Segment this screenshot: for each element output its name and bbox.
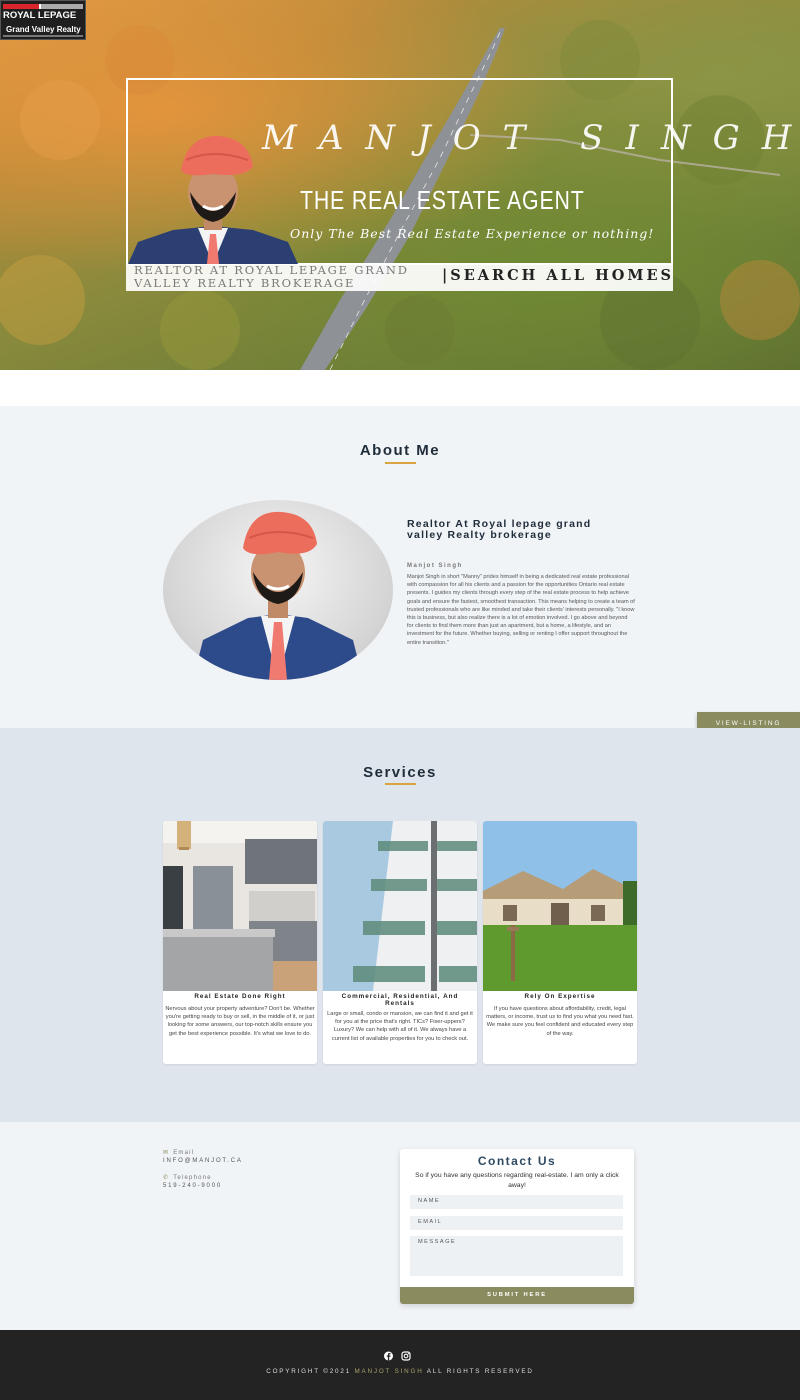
phone-value[interactable]: 519-240-9000 — [163, 1183, 222, 1189]
service-card-text: Large or small, condo or mansion, we can… — [327, 1011, 473, 1042]
facebook-icon[interactable] — [384, 1351, 393, 1361]
contact-form-title: Contact Us — [477, 1154, 557, 1168]
service-card-title: Real Estate Done Right — [194, 993, 286, 1000]
email-label-text: Email — [173, 1150, 195, 1156]
service-card-text: If you have questions about affordabilit… — [486, 1006, 634, 1037]
services-title: Services — [363, 764, 437, 781]
royal-lepage-logo[interactable]: ROYAL LEPAGE Grand Valley Realty — [0, 0, 86, 40]
service-card-title: Rely On Expertise — [524, 993, 596, 1000]
services-section: Services Real Estate Done Right Nervous … — [0, 728, 800, 1122]
hero-info-bar: REALTOR AT ROYAL LEPAGE GRAND VALLEY REA… — [126, 264, 673, 291]
about-heading: Realtor At Royal lepage grand valley Rea… — [407, 518, 592, 541]
logo-brand: ROYAL LEPAGE — [3, 10, 77, 21]
logo-office: Grand Valley Realty — [6, 25, 81, 34]
copyright-prefix: COPYRIGHT ©2021 — [266, 1368, 351, 1375]
services-title-underline — [385, 783, 416, 785]
phone-label: ✆ Telephone — [163, 1174, 212, 1181]
hero-agent-name: MANJOT SINGH — [262, 118, 800, 158]
copyright-name-link[interactable]: MANJOT SINGH — [355, 1368, 424, 1375]
name-field[interactable]: NAME — [410, 1195, 623, 1209]
envelope-icon: ✉ — [163, 1150, 170, 1156]
submit-button[interactable]: SUBMIT HERE — [400, 1287, 634, 1304]
about-title: About Me — [359, 442, 441, 459]
copyright-text: COPYRIGHT ©2021 MANJOT SINGH ALL RIGHTS … — [0, 1368, 800, 1375]
service-card-title: Commercial, Residential, And Rentals — [341, 993, 459, 1007]
hero-realtor-line: REALTOR AT ROYAL LEPAGE GRAND VALLEY REA… — [134, 263, 409, 290]
about-section: About Me Realtor At Royal lepage grand v… — [0, 406, 800, 728]
footer: COPYRIGHT ©2021 MANJOT SINGH ALL RIGHTS … — [0, 1330, 800, 1400]
phone-icon: ✆ — [163, 1175, 170, 1181]
search-all-homes-link[interactable]: |SEARCH ALL HOMES — [442, 267, 674, 284]
hero-agent-role: THE REAL ESTATE AGENT — [300, 185, 585, 215]
about-subname: Manjot Singh — [407, 563, 463, 569]
contact-form: Contact Us So if you have any questions … — [400, 1149, 634, 1304]
hero-tagline: Only The Best Real Estate Experience or … — [290, 226, 655, 241]
kitchen-image — [163, 821, 317, 991]
service-card[interactable]: Rely On Expertise If you have questions … — [483, 821, 637, 1064]
about-title-underline — [385, 462, 416, 464]
house-image — [483, 821, 637, 991]
copyright-suffix: ALL RIGHTS RESERVED — [426, 1368, 534, 1375]
message-field[interactable]: MESSAGE — [410, 1236, 623, 1276]
logo-bars — [3, 4, 83, 9]
social-icons — [384, 1351, 411, 1361]
service-card[interactable]: Real Estate Done Right Nervous about you… — [163, 821, 317, 1064]
email-value[interactable]: INFO@MANJOT.CA — [163, 1158, 243, 1164]
service-card[interactable]: Commercial, Residential, And Rentals Lar… — [323, 821, 477, 1064]
agent-portrait-image — [193, 511, 363, 680]
contact-form-subtitle: So if you have any questions regarding r… — [415, 1172, 619, 1189]
contact-section: ✉ Email INFO@MANJOT.CA ✆ Telephone 519-240… — [0, 1122, 800, 1330]
email-field[interactable]: EMAIL — [410, 1216, 623, 1230]
about-agent-photo — [163, 500, 393, 680]
logo-divider — [3, 35, 83, 37]
email-label: ✉ Email — [163, 1149, 194, 1156]
apartment-building-image — [323, 821, 477, 991]
instagram-icon[interactable] — [401, 1351, 411, 1361]
service-card-text: Nervous about your property adventure? D… — [165, 1006, 315, 1037]
about-body: Manjot Singh in short "Manny" prides him… — [407, 574, 635, 646]
phone-label-text: Telephone — [173, 1175, 212, 1181]
hero-section: ROYAL LEPAGE Grand Valley Realty MANJOT … — [0, 0, 800, 370]
